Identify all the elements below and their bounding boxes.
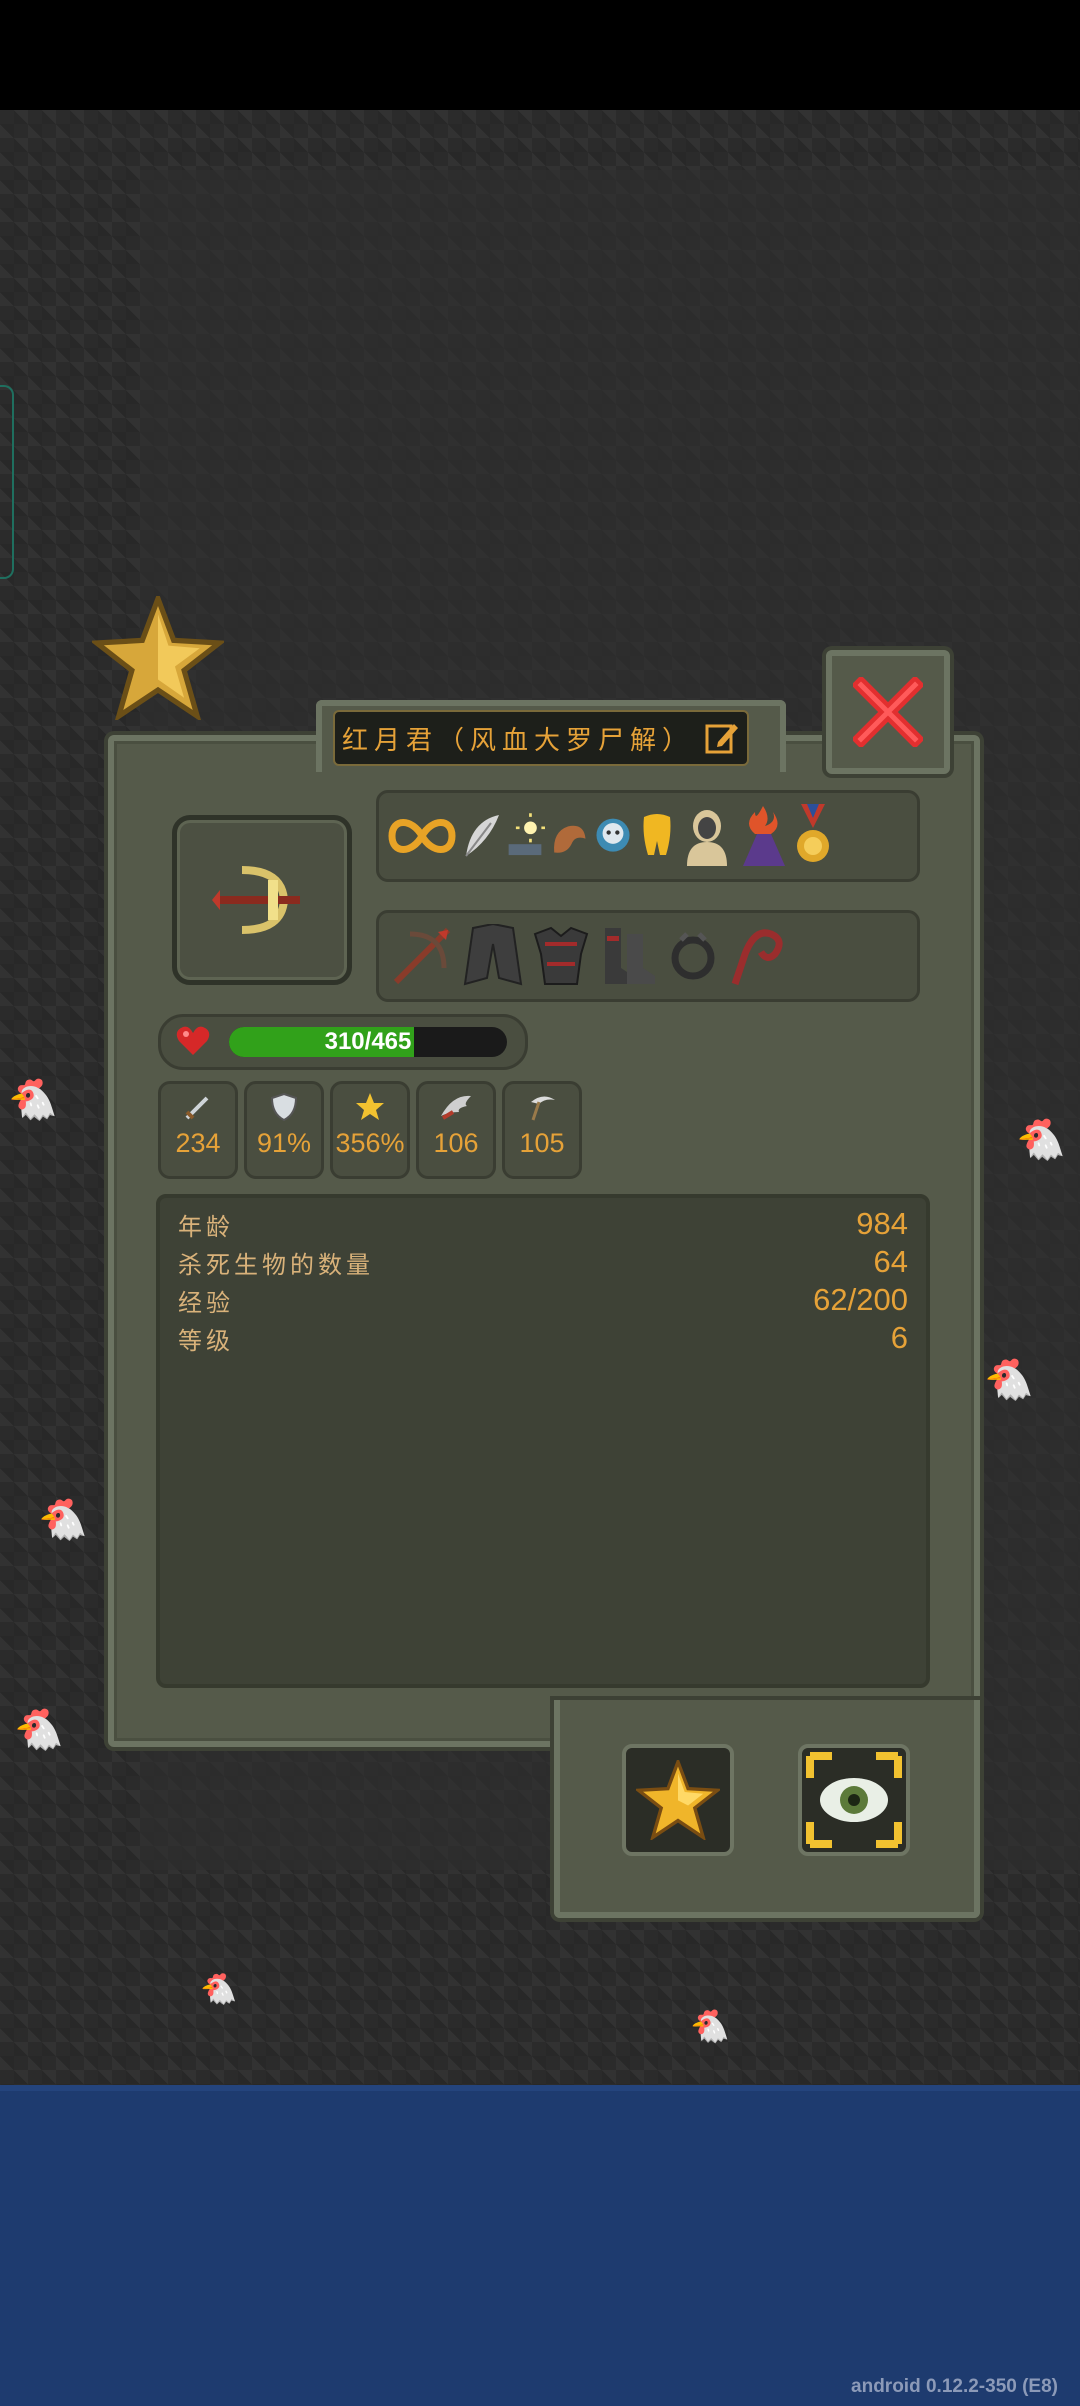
equipment-bar	[376, 910, 920, 1002]
info-row-age: 年龄 984	[178, 1206, 908, 1242]
chicken-icon[interactable]: 🐔	[38, 1500, 88, 1540]
light-buff-icon[interactable]	[505, 808, 545, 864]
feather-buff-icon[interactable]	[461, 808, 501, 864]
info-label: 杀死生物的数量	[178, 1250, 374, 1279]
fire-wizard-buff-icon[interactable]	[737, 806, 789, 866]
eye-watch-icon	[806, 1752, 902, 1848]
stat-attack[interactable]: 234	[158, 1081, 238, 1179]
hero-name: 红月君（风血大罗尸解）	[341, 725, 694, 756]
stat-value: 106	[433, 1128, 479, 1158]
cloak-armor-icon[interactable]	[461, 924, 525, 986]
hero-name-box[interactable]: 红月君（风血大罗尸解）	[333, 710, 749, 766]
ghost-buff-icon[interactable]	[593, 808, 633, 864]
hp-bar: 310/465	[158, 1014, 528, 1070]
info-row-level: 等级 6	[178, 1320, 908, 1356]
stat-scythe[interactable]: 105	[502, 1081, 582, 1179]
water-area: android 0.12.2-350 (E8)	[0, 2085, 1080, 2406]
window-button-area	[554, 1700, 980, 1918]
hp-value: 310/465	[324, 1028, 412, 1055]
chicken-icon[interactable]: 🐔	[690, 2010, 730, 2042]
info-value: 6	[890, 1320, 908, 1355]
star-crit-icon	[356, 1093, 384, 1120]
info-value: 64	[873, 1244, 908, 1279]
boots-icon[interactable]	[597, 928, 661, 984]
hero-portrait	[172, 815, 352, 985]
info-label: 年龄	[178, 1212, 234, 1241]
ring-icon[interactable]	[665, 928, 721, 984]
star-button-icon	[636, 1760, 720, 1840]
infinity-buff-icon[interactable]	[387, 808, 457, 864]
info-value: 984	[856, 1206, 908, 1241]
talents-button[interactable]	[622, 1744, 734, 1856]
pencil-edit-icon[interactable]	[704, 720, 740, 756]
hero-stats-panel: 年龄 984 杀死生物的数量 64 经验 62/200 等级 6	[156, 1194, 930, 1688]
chicken-icon[interactable]: 🐔	[200, 1975, 237, 2005]
crossbow-hero-portrait	[212, 866, 300, 934]
star-item-icon[interactable]	[92, 596, 224, 720]
info-label: 等级	[178, 1326, 234, 1355]
hp-bar-track: 310/465	[229, 1027, 507, 1057]
info-value: 62/200	[813, 1282, 908, 1317]
scythe-icon	[531, 1096, 555, 1121]
info-row-kills: 杀死生物的数量 64	[178, 1244, 908, 1280]
shield-defense-icon	[270, 1092, 298, 1122]
stat-crit[interactable]: 356%	[330, 1081, 410, 1179]
info-row-experience: 经验 62/200	[178, 1282, 908, 1318]
crossbow-weapon-icon[interactable]	[387, 927, 457, 985]
close-x-icon	[853, 677, 923, 747]
chicken-icon[interactable]: 🐔	[984, 1360, 1034, 1400]
stat-defense[interactable]: 91%	[244, 1081, 324, 1179]
golden-tooth-buff-icon[interactable]	[637, 808, 677, 864]
medal-buff-icon[interactable]	[793, 804, 833, 864]
stat-value: 91%	[256, 1128, 312, 1158]
buff-bar	[376, 790, 920, 882]
strength-arm-buff-icon[interactable]	[549, 808, 589, 864]
info-label: 经验	[178, 1288, 234, 1317]
version-label: android 0.12.2-350 (E8)	[851, 2376, 1058, 2397]
chicken-icon[interactable]: 🐔	[8, 1080, 58, 1120]
stat-value: 105	[519, 1128, 565, 1158]
wing-speed-icon	[441, 1095, 471, 1120]
sword-attack-icon	[185, 1096, 209, 1120]
stat-value: 356%	[335, 1128, 405, 1158]
close-button[interactable]	[826, 650, 950, 774]
status-bar	[0, 0, 1080, 110]
watch-hero-button[interactable]	[798, 1744, 910, 1856]
stat-speed[interactable]: 106	[416, 1081, 496, 1179]
chicken-icon[interactable]: 🐔	[14, 1710, 64, 1750]
whip-artifact-icon[interactable]	[725, 928, 789, 986]
stat-value: 234	[175, 1128, 221, 1158]
heavy-armor-icon[interactable]	[529, 926, 593, 985]
chicken-icon[interactable]: 🐔	[1016, 1120, 1066, 1160]
side-tab[interactable]	[0, 385, 14, 579]
statue-buff-icon[interactable]	[681, 808, 733, 866]
heart-icon	[176, 1026, 210, 1055]
